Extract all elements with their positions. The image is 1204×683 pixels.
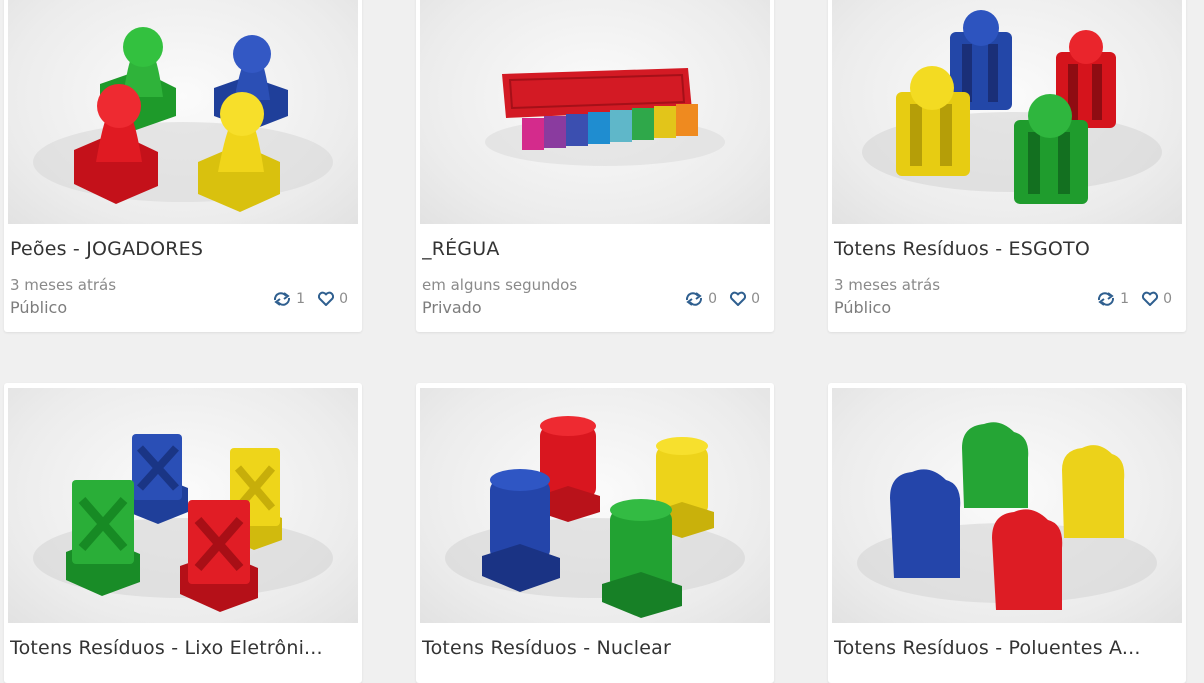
heart-icon [1142,291,1159,306]
like-stat[interactable]: 0 [317,291,348,307]
design-time: 3 meses atrás [834,276,941,294]
copy-stat[interactable]: 1 [272,291,305,307]
design-title[interactable]: Totens Resíduos - Lixo Eletrôni... [10,637,355,659]
design-visibility: Público [10,298,68,317]
copy-icon [1098,292,1115,306]
copy-count: 1 [1120,291,1130,307]
like-stat[interactable]: 0 [729,291,760,307]
design-card[interactable]: Totens Resíduos - Nuclear [416,383,774,683]
design-card[interactable]: Totens Resíduos - ESGOTO 3 meses atrás P… [828,0,1186,332]
design-title[interactable]: _RÉGUA [422,238,767,260]
like-stat[interactable]: 0 [1141,291,1172,307]
copy-stat[interactable]: 1 [1096,291,1129,307]
design-stats: 1 0 [272,291,348,307]
design-thumbnail[interactable] [832,0,1182,224]
design-time: 3 meses atrás [10,276,117,294]
copy-stat[interactable]: 0 [684,291,717,307]
design-thumbnail[interactable] [832,388,1182,623]
copy-count: 0 [708,291,718,307]
design-card[interactable]: Peões - JOGADORES 3 meses atrás Público … [4,0,362,332]
like-count: 0 [751,291,760,307]
design-thumbnail[interactable] [8,388,358,623]
design-title[interactable]: Totens Resíduos - ESGOTO [834,238,1179,260]
design-title[interactable]: Totens Resíduos - Nuclear [422,637,767,659]
design-stats: 0 0 [684,291,760,307]
copy-icon [686,292,703,306]
design-thumbnail[interactable] [8,0,358,224]
design-thumbnail[interactable] [420,0,770,224]
design-thumbnail[interactable] [420,388,770,623]
design-title[interactable]: Peões - JOGADORES [10,238,355,260]
like-count: 0 [1163,291,1172,307]
design-time: em alguns segundos [422,276,578,294]
design-card[interactable]: Totens Resíduos - Lixo Eletrôni... [4,383,362,683]
copy-count: 1 [296,291,306,307]
design-visibility: Privado [422,298,482,317]
like-count: 0 [339,291,348,307]
design-card[interactable]: _RÉGUA em alguns segundos Privado 0 0 [416,0,774,332]
design-title[interactable]: Totens Resíduos - Poluentes A... [834,637,1179,659]
heart-icon [730,291,747,306]
copy-icon [274,292,291,306]
design-stats: 1 0 [1096,291,1172,307]
design-visibility: Público [834,298,892,317]
design-card[interactable]: Totens Resíduos - Poluentes A... [828,383,1186,683]
heart-icon [318,291,335,306]
